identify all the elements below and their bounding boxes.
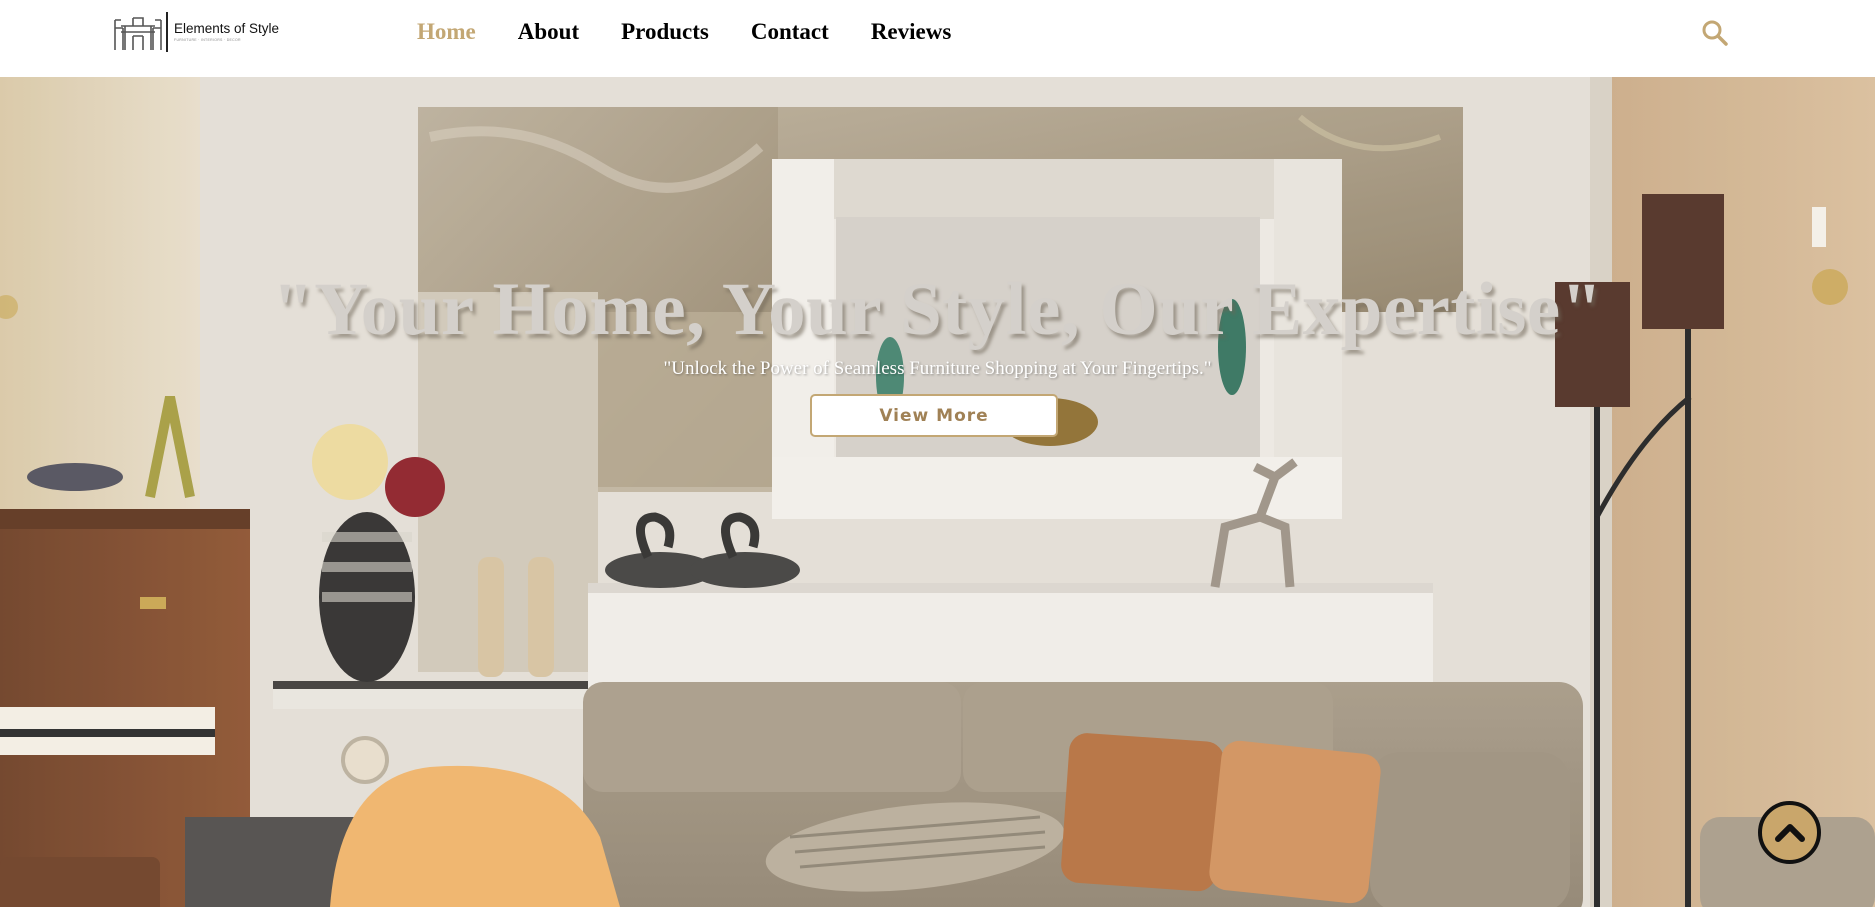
- hero-section: "Your Home, Your Style, Our Expertise" "…: [0, 77, 1875, 907]
- brand-logo[interactable]: Elements of Style FURNITURE · INTERIORS …: [113, 12, 293, 52]
- hero-subtitle: "Unlock the Power of Seamless Furniture …: [663, 358, 1212, 379]
- hero-title: "Your Home, Your Style, Our Expertise": [272, 268, 1603, 351]
- logo-divider: [166, 12, 168, 52]
- nav-products[interactable]: Products: [621, 17, 709, 47]
- nav-reviews[interactable]: Reviews: [871, 17, 951, 47]
- back-to-top-button[interactable]: [1758, 801, 1821, 864]
- logo-text: Elements of Style FURNITURE · INTERIORS …: [174, 21, 279, 43]
- brand-name: Elements of Style: [174, 21, 280, 36]
- furniture-logo-icon: [114, 17, 162, 50]
- nav-home[interactable]: Home: [417, 17, 476, 47]
- site-header: Elements of Style FURNITURE · INTERIORS …: [0, 0, 1875, 77]
- search-button[interactable]: [1701, 19, 1729, 47]
- brand-tagline: FURNITURE · INTERIORS · DECOR: [174, 38, 241, 42]
- main-nav: Home About Products Contact Reviews: [417, 17, 993, 47]
- nav-contact[interactable]: Contact: [751, 17, 829, 47]
- living-room-photo: [0, 77, 1875, 907]
- view-more-button[interactable]: View More: [810, 394, 1058, 437]
- nav-about[interactable]: About: [518, 17, 579, 47]
- search-icon: [1702, 20, 1728, 46]
- chevron-up-icon: [1774, 823, 1805, 842]
